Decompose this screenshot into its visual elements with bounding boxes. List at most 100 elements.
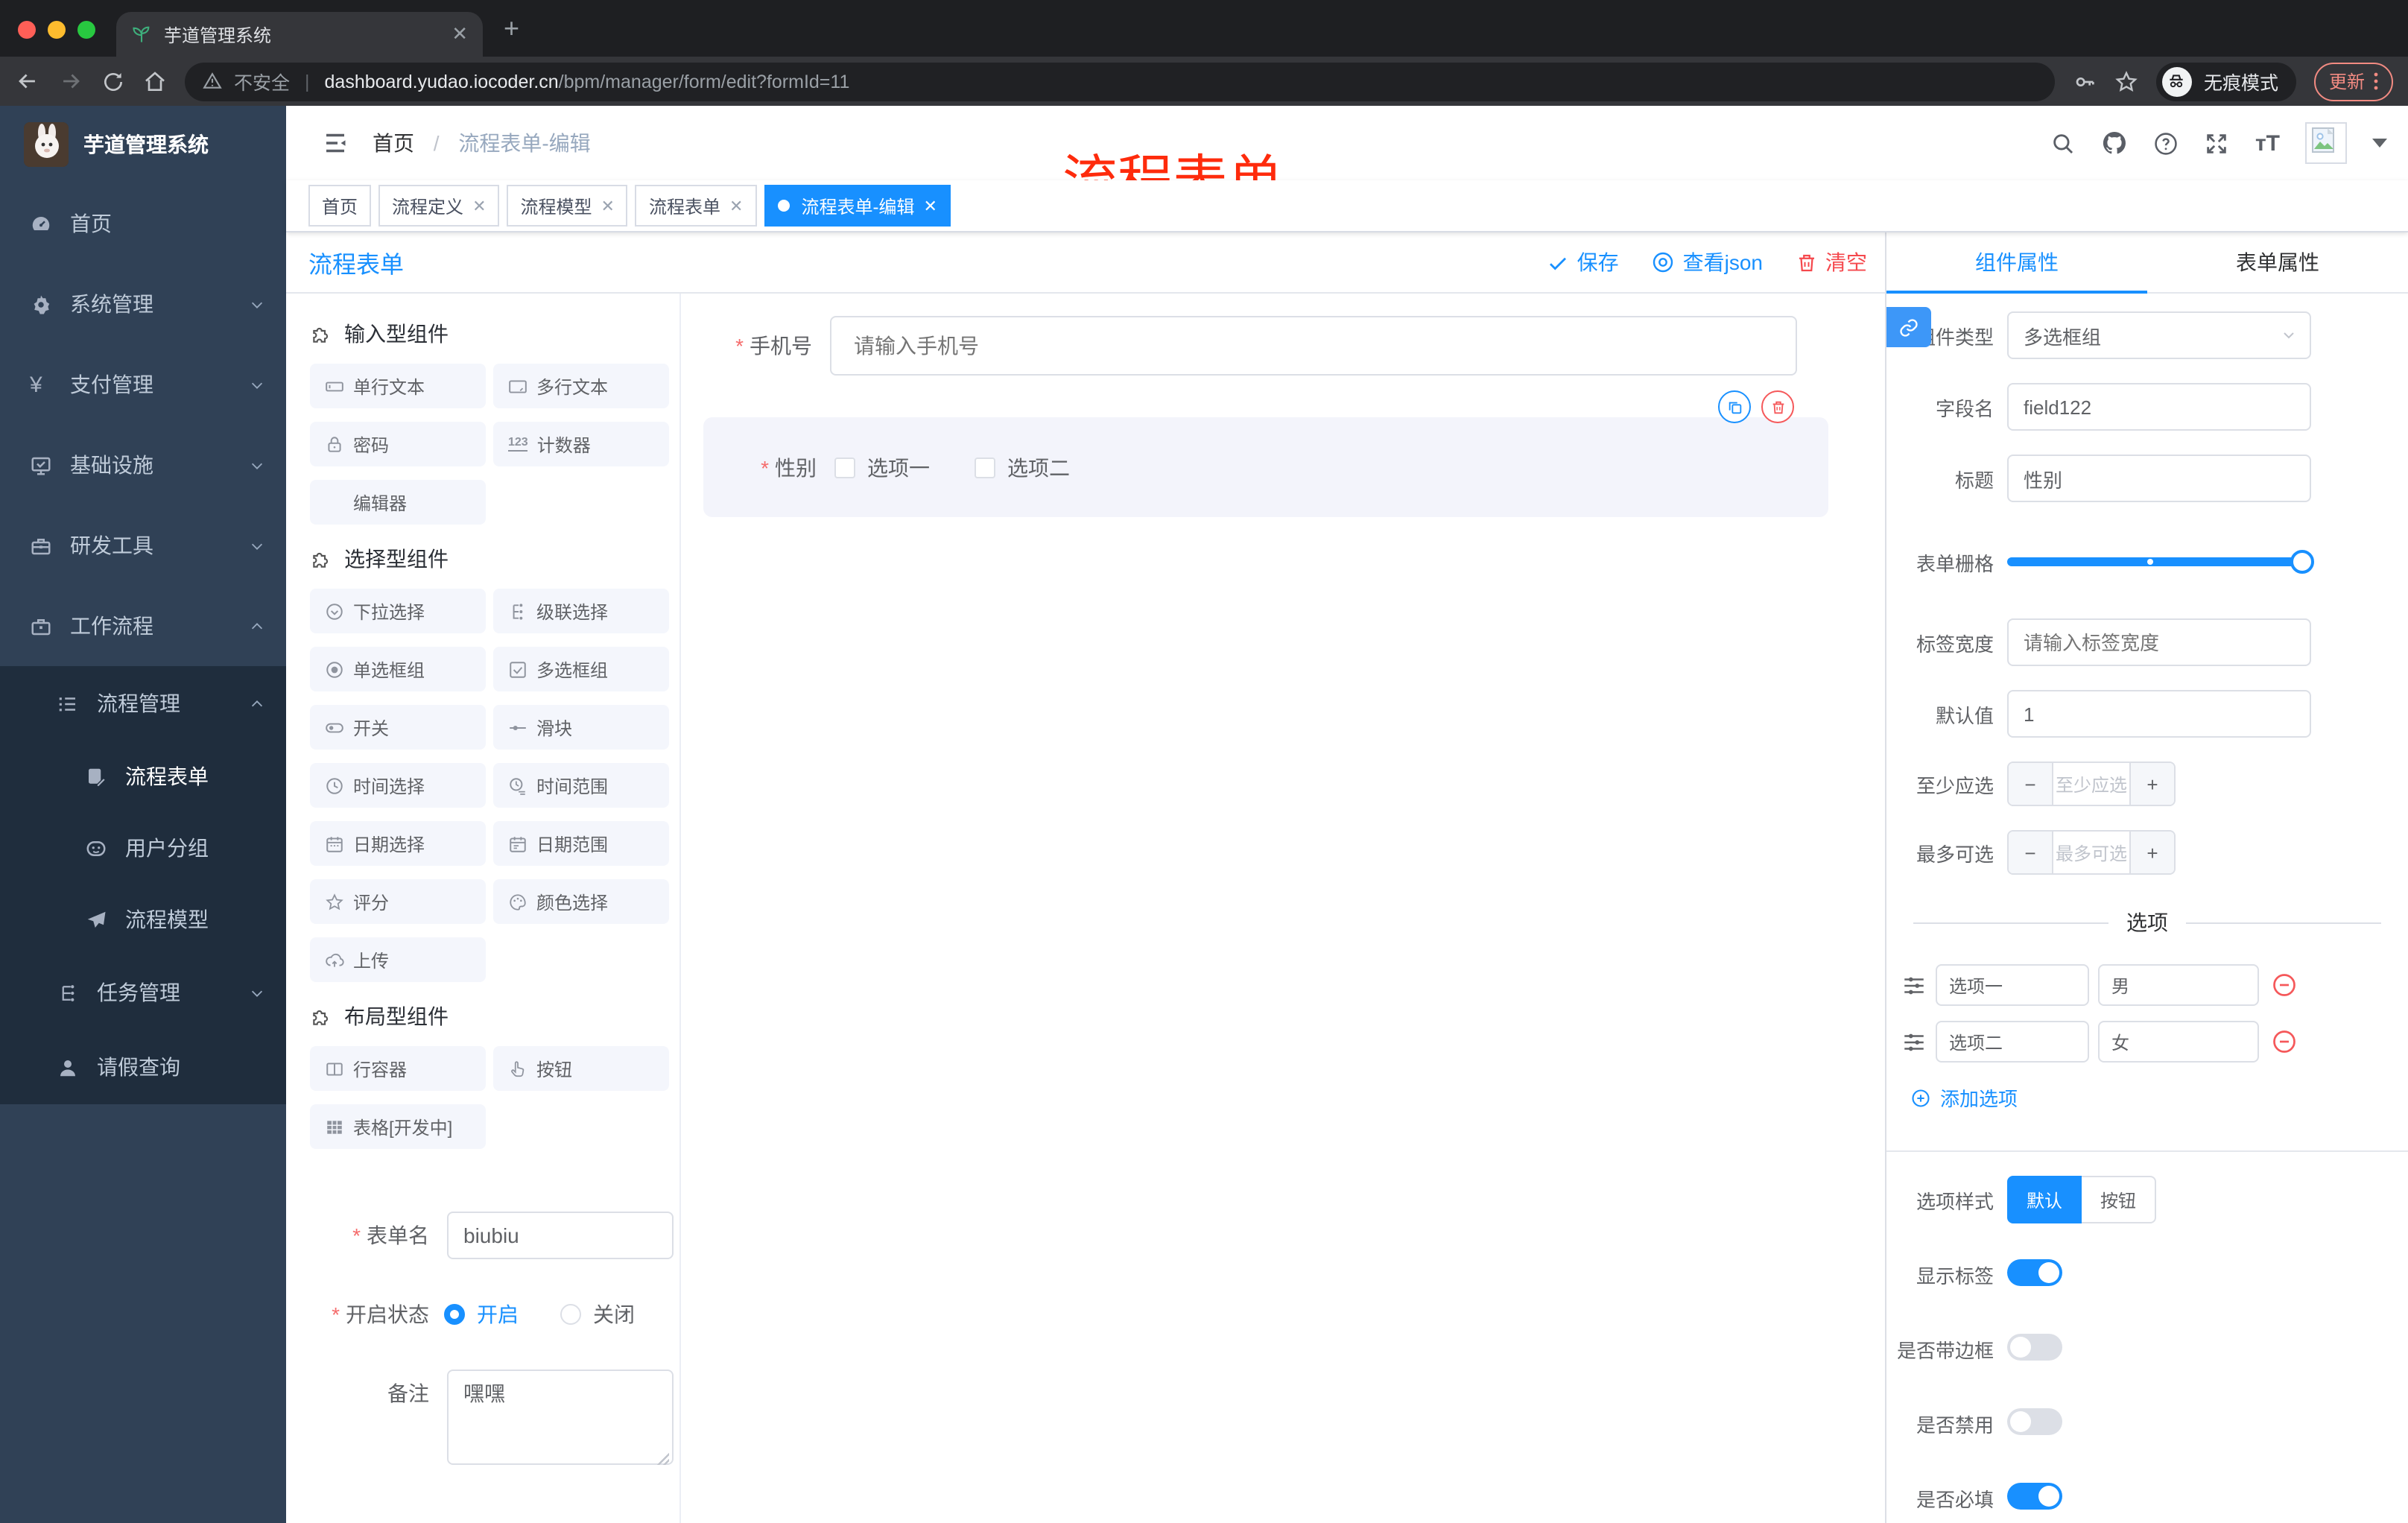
sidebar-item-devtools[interactable]: 研发工具: [0, 505, 286, 586]
tile-select[interactable]: 下拉选择: [310, 589, 486, 633]
min-select-value[interactable]: 至少应选: [2053, 763, 2129, 805]
clear-button[interactable]: 清空: [1796, 247, 1867, 277]
tile-rate[interactable]: 评分: [310, 879, 486, 924]
component-type-select[interactable]: 多选框组: [2007, 311, 2311, 359]
sidebar-item-system[interactable]: 系统管理: [0, 264, 286, 344]
drag-handle-icon[interactable]: [1901, 972, 1927, 998]
browser-tab[interactable]: 芋道管理系统 ✕: [116, 12, 483, 57]
tile-time-range[interactable]: 时间范围: [493, 763, 669, 808]
tile-single-line-text[interactable]: 单行文本: [310, 364, 486, 408]
form-name-input[interactable]: [447, 1212, 674, 1259]
tab-close-icon[interactable]: ✕: [452, 22, 468, 46]
tag-close-icon[interactable]: ✕: [729, 196, 743, 215]
tile-checkbox-group[interactable]: 多选框组: [493, 647, 669, 691]
max-select-value[interactable]: 最多可选: [2053, 832, 2129, 873]
required-toggle[interactable]: [2007, 1482, 2062, 1509]
avatar[interactable]: [2305, 122, 2347, 164]
option-value-input[interactable]: [2098, 964, 2259, 1006]
field-name-input[interactable]: [2007, 383, 2311, 431]
view-json-button[interactable]: 查看json: [1652, 247, 1763, 277]
add-option-button[interactable]: 添加选项: [1910, 1083, 2408, 1112]
increase-button[interactable]: +: [2129, 832, 2174, 873]
avatar-caret-icon[interactable]: [2372, 139, 2387, 148]
tag-close-icon[interactable]: ✕: [472, 196, 486, 215]
sidebar-fold-icon[interactable]: [322, 130, 349, 156]
border-toggle[interactable]: [2007, 1333, 2062, 1360]
tile-upload[interactable]: 上传: [310, 937, 486, 982]
reload-icon[interactable]: [101, 69, 125, 93]
form-remark-textarea[interactable]: 嘿嘿: [447, 1370, 674, 1465]
copy-component-button[interactable]: [1718, 390, 1751, 423]
help-icon[interactable]: [2154, 130, 2179, 156]
tile-slider[interactable]: 滑块: [493, 705, 669, 750]
option-label-input[interactable]: [1936, 964, 2089, 1006]
breadcrumb-home[interactable]: 首页: [373, 131, 414, 155]
browser-menu-icon[interactable]: [2374, 72, 2378, 91]
font-size-icon[interactable]: тT: [2255, 130, 2280, 156]
tile-cascader[interactable]: 级联选择: [493, 589, 669, 633]
style-button-button[interactable]: 按钮: [2082, 1176, 2156, 1223]
url-bar[interactable]: 不安全 | dashboard.yudao.iocoder.cn/bpm/man…: [185, 62, 2055, 101]
tab-form-props[interactable]: 表单属性: [2147, 232, 2408, 292]
gender-option2-checkbox[interactable]: 选项二: [975, 452, 1070, 482]
sidebar-item-home[interactable]: 首页: [0, 183, 286, 264]
increase-button[interactable]: +: [2129, 763, 2174, 805]
sidebar-item-process-mgmt[interactable]: 流程管理: [0, 666, 286, 741]
gender-option1-checkbox[interactable]: 选项一: [834, 452, 930, 482]
sidebar-item-infra[interactable]: 基础设施: [0, 425, 286, 505]
window-controls[interactable]: [0, 21, 116, 57]
drag-handle-icon[interactable]: [1901, 1029, 1927, 1054]
tag-process-definition[interactable]: 流程定义 ✕: [378, 185, 500, 227]
github-icon[interactable]: [2102, 130, 2129, 156]
search-icon[interactable]: [2051, 130, 2076, 156]
tag-process-form-edit[interactable]: 流程表单-编辑 ✕: [764, 185, 951, 227]
tile-counter[interactable]: 123 计数器: [493, 422, 669, 466]
option-label-input[interactable]: [1936, 1021, 2089, 1063]
remove-option-button[interactable]: [2271, 972, 2298, 998]
option-value-input[interactable]: [2098, 1021, 2259, 1063]
disabled-toggle[interactable]: [2007, 1408, 2062, 1434]
tile-row-container[interactable]: 行容器: [310, 1046, 486, 1091]
tag-process-form[interactable]: 流程表单 ✕: [635, 185, 757, 227]
home-icon[interactable]: [143, 69, 167, 93]
style-default-button[interactable]: 默认: [2007, 1176, 2082, 1223]
phone-input[interactable]: [830, 316, 1797, 376]
save-button[interactable]: 保存: [1547, 247, 1619, 277]
decrease-button[interactable]: −: [2009, 763, 2053, 805]
forward-icon[interactable]: [58, 69, 83, 94]
sidebar-item-leave-query[interactable]: 请假查询: [0, 1030, 286, 1104]
sidebar-item-workflow[interactable]: 工作流程: [0, 586, 286, 666]
update-button[interactable]: 更新: [2313, 62, 2393, 101]
back-icon[interactable]: [15, 69, 40, 94]
tile-multi-line-text[interactable]: 多行文本: [493, 364, 669, 408]
remove-option-button[interactable]: [2271, 1028, 2298, 1055]
new-tab-button[interactable]: +: [504, 13, 519, 45]
default-value-input[interactable]: [2007, 690, 2311, 738]
tile-password[interactable]: 密码: [310, 422, 486, 466]
tile-color-picker[interactable]: 颜色选择: [493, 879, 669, 924]
sidebar-item-process-form[interactable]: 流程表单: [0, 741, 286, 812]
sidebar-item-task-mgmt[interactable]: 任务管理: [0, 955, 286, 1030]
sidebar-item-payment[interactable]: ¥ 支付管理: [0, 344, 286, 425]
tag-process-model[interactable]: 流程模型 ✕: [507, 185, 628, 227]
tile-switch[interactable]: 开关: [310, 705, 486, 750]
tab-component-props[interactable]: 组件属性: [1886, 232, 2147, 294]
selected-component-gender[interactable]: 性别 选项一 选项二: [703, 390, 1828, 517]
fullscreen-icon[interactable]: [2205, 130, 2230, 156]
key-icon[interactable]: [2073, 69, 2097, 93]
form-grid-slider[interactable]: [2007, 538, 2314, 586]
tile-table[interactable]: 表格[开发中]: [310, 1104, 486, 1149]
status-on-radio[interactable]: 开启: [444, 1291, 519, 1338]
sidebar-item-process-model[interactable]: 流程模型: [0, 884, 286, 955]
tile-date-range[interactable]: 日期范围: [493, 821, 669, 866]
sidebar-item-user-group[interactable]: 用户分组: [0, 812, 286, 884]
minimize-window-button[interactable]: [48, 21, 66, 39]
slider-handle[interactable]: [2290, 550, 2314, 574]
label-width-input[interactable]: [2007, 618, 2311, 666]
link-drawer-tab[interactable]: [1886, 307, 1931, 347]
tag-home[interactable]: 首页: [308, 185, 372, 227]
tag-close-icon[interactable]: ✕: [923, 196, 937, 215]
tile-radio-group[interactable]: 单选框组: [310, 647, 486, 691]
tag-close-icon[interactable]: ✕: [601, 196, 615, 215]
decrease-button[interactable]: −: [2009, 832, 2053, 873]
